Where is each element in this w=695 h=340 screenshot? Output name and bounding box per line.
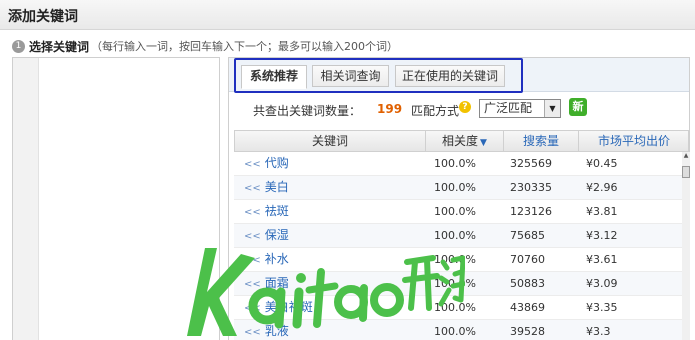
price-cell: ¥3.35 bbox=[586, 301, 618, 314]
relevance-cell: 100.0% bbox=[434, 301, 476, 314]
table-row[interactable]: << 代购 100.0% 325569 ¥0.45 bbox=[234, 152, 682, 176]
keyword-table-body: << 代购 100.0% 325569 ¥0.45 << 美白 100.0% 230… bbox=[234, 152, 682, 340]
keyword-text: 代购 bbox=[264, 156, 289, 170]
col-relevance[interactable]: 相关度 ▼ bbox=[426, 131, 504, 151]
add-chevron-icon: << bbox=[244, 279, 261, 290]
table-row[interactable]: << 美白 100.0% 230335 ¥2.96 bbox=[234, 176, 682, 200]
relevance-cell: 100.0% bbox=[434, 253, 476, 266]
price-cell: ¥3.81 bbox=[586, 205, 618, 218]
scroll-up-icon[interactable]: ▲ bbox=[682, 152, 690, 160]
table-row[interactable]: << 美白祛斑 100.0% 43869 ¥3.35 bbox=[234, 296, 682, 320]
match-type-label: 匹配方式 bbox=[411, 104, 460, 118]
add-chevron-icon: << bbox=[244, 327, 261, 338]
searches-cell: 39528 bbox=[510, 325, 545, 338]
price-cell: ¥3.09 bbox=[586, 277, 618, 290]
table-row[interactable]: << 乳液 100.0% 39528 ¥3.3 bbox=[234, 320, 682, 340]
add-chevron-icon: << bbox=[244, 207, 261, 218]
price-cell: ¥3.61 bbox=[586, 253, 618, 266]
vertical-scrollbar[interactable]: ▲ bbox=[682, 152, 690, 340]
line-number-gutter bbox=[13, 58, 39, 340]
keyword-suggestion-panel: 系统推荐 相关词查询 正在使用的关键词 共查出关键词数量： 199 匹配方式 ?… bbox=[228, 57, 690, 340]
keyword-count: 199 bbox=[377, 102, 403, 116]
scrollbar-thumb[interactable] bbox=[682, 166, 690, 178]
searches-cell: 75685 bbox=[510, 229, 545, 242]
keyword-text: 祛斑 bbox=[264, 204, 289, 218]
step-number-icon: 1 bbox=[12, 39, 25, 53]
tab-bar: 系统推荐 相关词查询 正在使用的关键词 bbox=[229, 58, 689, 93]
keyword-cell[interactable]: << 美白祛斑 bbox=[244, 296, 313, 319]
new-badge-icon: 新 bbox=[569, 98, 587, 116]
keyword-cell[interactable]: << 美白 bbox=[244, 176, 289, 199]
dialog-title: 添加关键词 bbox=[8, 9, 78, 25]
result-summary: 共查出关键词数量： 199 匹配方式 ? 广泛匹配 ▼ 新 bbox=[229, 96, 689, 122]
col-keyword: 关键词 bbox=[235, 131, 426, 151]
table-header: 关键词 相关度 ▼ 搜索量 市场平均出价 bbox=[234, 130, 689, 152]
keyword-text: 面霜 bbox=[264, 276, 289, 290]
table-row[interactable]: << 保湿 100.0% 75685 ¥3.12 bbox=[234, 224, 682, 248]
keyword-cell[interactable]: << 代购 bbox=[244, 152, 289, 175]
match-type-value: 广泛匹配 bbox=[484, 101, 533, 115]
tabs-highlight-frame bbox=[234, 58, 523, 93]
relevance-cell: 100.0% bbox=[434, 229, 476, 242]
keyword-cell[interactable]: << 乳液 bbox=[244, 320, 289, 340]
relevance-cell: 100.0% bbox=[434, 205, 476, 218]
price-cell: ¥3.3 bbox=[586, 325, 611, 338]
keyword-cell[interactable]: << 祛斑 bbox=[244, 200, 289, 223]
step-label: 选择关键词 bbox=[29, 39, 90, 54]
relevance-cell: 100.0% bbox=[434, 325, 476, 338]
step-header: 1 选择关键词 （每行输入一词，按回车输入下一个；最多可以输入200个词） bbox=[12, 37, 398, 55]
searches-cell: 123126 bbox=[510, 205, 552, 218]
col-avg-price[interactable]: 市场平均出价 bbox=[579, 131, 689, 151]
keyword-text: 保湿 bbox=[264, 228, 289, 242]
match-type-select[interactable]: 广泛匹配 ▼ bbox=[479, 99, 561, 118]
keyword-cell[interactable]: << 补水 bbox=[244, 248, 289, 271]
add-chevron-icon: << bbox=[244, 303, 261, 314]
keyword-text: 补水 bbox=[264, 252, 289, 266]
col-searches[interactable]: 搜索量 bbox=[504, 131, 579, 151]
dialog-titlebar: 添加关键词 bbox=[0, 0, 695, 30]
price-cell: ¥0.45 bbox=[586, 157, 618, 170]
help-icon[interactable]: ? bbox=[459, 101, 471, 113]
searches-cell: 43869 bbox=[510, 301, 545, 314]
keyword-input-area[interactable] bbox=[12, 57, 220, 340]
searches-cell: 325569 bbox=[510, 157, 552, 170]
searches-cell: 50883 bbox=[510, 277, 545, 290]
relevance-cell: 100.0% bbox=[434, 157, 476, 170]
relevance-cell: 100.0% bbox=[434, 277, 476, 290]
searches-cell: 70760 bbox=[510, 253, 545, 266]
add-chevron-icon: << bbox=[244, 255, 261, 266]
keyword-cell[interactable]: << 保湿 bbox=[244, 224, 289, 247]
add-chevron-icon: << bbox=[244, 231, 261, 242]
table-row[interactable]: << 祛斑 100.0% 123126 ¥3.81 bbox=[234, 200, 682, 224]
searches-cell: 230335 bbox=[510, 181, 552, 194]
price-cell: ¥3.12 bbox=[586, 229, 618, 242]
keyword-cell[interactable]: << 面霜 bbox=[244, 272, 289, 295]
chevron-down-icon: ▼ bbox=[544, 100, 560, 117]
sort-desc-icon: ▼ bbox=[480, 138, 487, 148]
add-chevron-icon: << bbox=[244, 159, 261, 170]
table-row[interactable]: << 补水 100.0% 70760 ¥3.61 bbox=[234, 248, 682, 272]
keyword-count-label: 共查出关键词数量： bbox=[253, 104, 362, 118]
add-chevron-icon: << bbox=[244, 183, 261, 194]
keyword-text: 美白祛斑 bbox=[264, 300, 313, 314]
col-relevance-label: 相关度 bbox=[442, 134, 479, 148]
relevance-cell: 100.0% bbox=[434, 181, 476, 194]
table-row[interactable]: << 面霜 100.0% 50883 ¥3.09 bbox=[234, 272, 682, 296]
keyword-text: 乳液 bbox=[264, 324, 289, 338]
step-hint: （每行输入一词，按回车输入下一个；最多可以输入200个词） bbox=[91, 40, 399, 53]
price-cell: ¥2.96 bbox=[586, 181, 618, 194]
keyword-text: 美白 bbox=[264, 180, 289, 194]
